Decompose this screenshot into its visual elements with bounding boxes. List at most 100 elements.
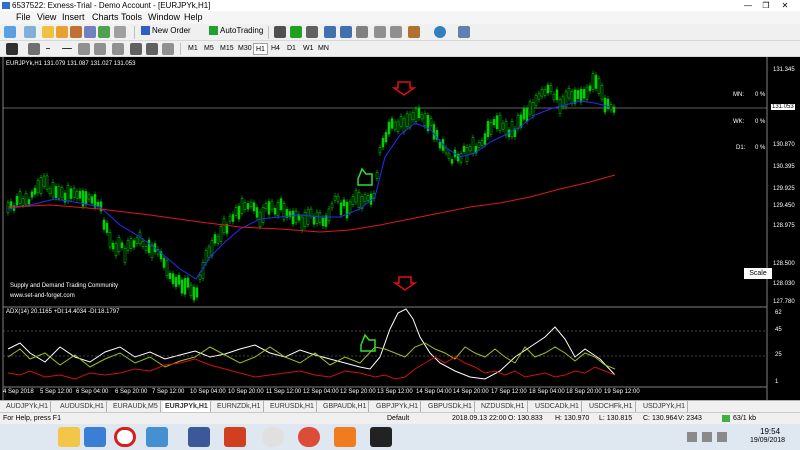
adx-level-label: 45: [775, 327, 782, 333]
price-label: 129.450: [773, 203, 795, 209]
candle-body: [273, 207, 277, 215]
bar-chart-icon[interactable]: [274, 26, 286, 38]
avast-icon[interactable]: [334, 427, 356, 447]
candle-body: [144, 246, 148, 251]
candle-body: [120, 242, 124, 248]
vertical-line-icon[interactable]: [46, 48, 50, 49]
data-window-icon[interactable]: [56, 26, 68, 38]
file-explorer-icon[interactable]: [58, 427, 80, 447]
time-label: 18 Sep 20:00: [566, 389, 602, 395]
opera-icon[interactable]: [114, 427, 136, 447]
terminal-icon[interactable]: [84, 26, 96, 38]
label-tool-icon[interactable]: [146, 43, 158, 55]
crosshair-icon[interactable]: [28, 43, 40, 55]
zoom-out-icon[interactable]: [340, 26, 352, 38]
candle-body: [204, 250, 208, 263]
candle-body: [429, 118, 433, 126]
candle-body: [609, 104, 613, 111]
candle-body: [291, 210, 295, 225]
candlestick-icon[interactable]: [290, 26, 302, 38]
timeframe-m1[interactable]: M1: [186, 43, 200, 55]
video-player-icon[interactable]: [84, 427, 106, 447]
timeframe-d1[interactable]: D1: [285, 43, 298, 55]
candle-body: [18, 191, 22, 204]
time-label: 14 Sep 04:00: [416, 389, 452, 395]
timeframe-h1[interactable]: H1: [253, 43, 268, 55]
candle-body: [129, 238, 133, 249]
price-chart[interactable]: [0, 57, 800, 400]
timeframe-w1[interactable]: W1: [301, 43, 316, 55]
market-watch-icon[interactable]: [42, 26, 54, 38]
timeframe-h4[interactable]: H4: [269, 43, 282, 55]
periods-icon[interactable]: [434, 26, 446, 38]
menu-file[interactable]: File: [16, 11, 31, 24]
candle-body: [237, 205, 241, 220]
close-button[interactable]: ✕: [777, 0, 793, 11]
candle-body: [96, 201, 100, 207]
menu-charts[interactable]: Charts: [92, 11, 119, 24]
timeframe-m15[interactable]: M15: [218, 43, 236, 55]
new-order-button[interactable]: New Order: [138, 25, 194, 39]
candle-body: [228, 215, 232, 222]
autoscroll-icon[interactable]: [374, 26, 386, 38]
autotrading-button[interactable]: AutoTrading: [206, 25, 266, 39]
candle-body: [537, 93, 541, 100]
menu-tools[interactable]: Tools: [121, 11, 142, 24]
candle-body: [147, 239, 151, 254]
candle-body: [180, 279, 184, 294]
tester-icon[interactable]: [114, 26, 126, 38]
time-label: 14 Sep 20:00: [453, 389, 489, 395]
candle-body: [234, 207, 238, 216]
strategy-tester-icon[interactable]: [98, 26, 110, 38]
media-icon[interactable]: [224, 427, 246, 447]
timeframe-mn[interactable]: MN: [316, 43, 331, 55]
candle-body: [279, 198, 283, 210]
horizontal-line-icon[interactable]: [62, 48, 72, 49]
menu-window[interactable]: Window: [148, 11, 180, 24]
volume-icon[interactable]: [702, 432, 712, 442]
candle-body: [477, 142, 481, 149]
trendline-icon[interactable]: [78, 43, 90, 55]
cursor-icon[interactable]: [6, 43, 18, 55]
candle-body: [117, 237, 121, 252]
settings-app-icon[interactable]: [146, 427, 168, 447]
menu-insert[interactable]: Insert: [62, 11, 85, 24]
timeframe-m30[interactable]: M30: [236, 43, 254, 55]
chrome-icon[interactable]: [298, 427, 320, 447]
scale-button[interactable]: Scale: [744, 268, 772, 279]
down-arrow-signal-2: [392, 276, 418, 291]
candle-body: [405, 113, 409, 127]
text-tool-icon[interactable]: [130, 43, 142, 55]
chart-shift-icon[interactable]: [390, 26, 402, 38]
time-label: 4 Sep 2018: [3, 389, 34, 395]
battery-icon[interactable]: [717, 432, 727, 442]
templates-icon[interactable]: [458, 26, 470, 38]
candle-body: [378, 147, 382, 154]
menu-view[interactable]: View: [37, 11, 56, 24]
chart-window[interactable]: EURJPYk,H1 131.079 131.087 131.027 131.0…: [0, 57, 800, 400]
menu-help[interactable]: Help: [184, 11, 203, 24]
candle-body: [399, 116, 403, 127]
zoom-in-icon[interactable]: [324, 26, 336, 38]
candle-body: [492, 119, 496, 126]
minimize-button[interactable]: —: [740, 0, 756, 11]
navigator-icon[interactable]: [70, 26, 82, 38]
profiles-icon[interactable]: [24, 26, 36, 38]
timeframe-m5[interactable]: M5: [202, 43, 216, 55]
facebook-icon[interactable]: [188, 427, 210, 447]
tile-windows-icon[interactable]: [356, 26, 368, 38]
google-search-icon[interactable]: [262, 427, 284, 447]
candle-body: [330, 203, 334, 209]
network-icon[interactable]: [687, 432, 697, 442]
channel-icon[interactable]: [94, 43, 106, 55]
mn-label: MN:: [733, 92, 744, 98]
exness-terminal-icon[interactable]: [370, 427, 392, 447]
candle-body: [15, 196, 19, 206]
arrows-tool-icon[interactable]: [162, 43, 174, 55]
new-chart-icon[interactable]: [4, 26, 16, 38]
line-chart-icon[interactable]: [306, 26, 318, 38]
restore-button[interactable]: ❐: [758, 0, 774, 11]
indicators-icon[interactable]: [408, 26, 420, 38]
time-axis: 4 Sep 2018 5 Sep 12:00 6 Sep 04:00 6 Sep…: [0, 388, 767, 399]
fibonacci-icon[interactable]: [112, 43, 124, 55]
